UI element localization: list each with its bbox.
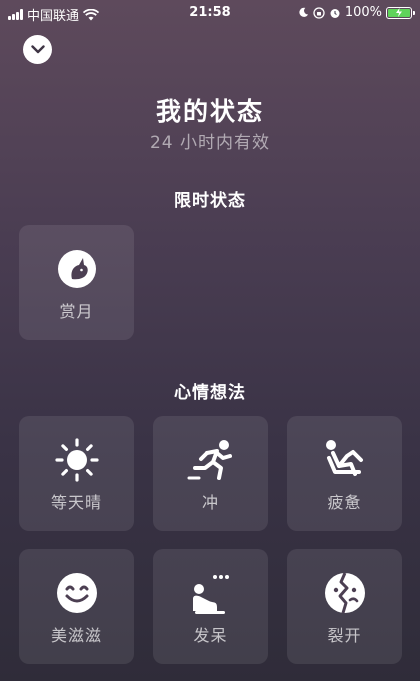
tile-label: 赏月 xyxy=(59,302,94,321)
status-tile-crack[interactable]: 裂开 xyxy=(287,549,402,664)
status-tile-charge[interactable]: 冲 xyxy=(153,416,268,531)
daze-icon xyxy=(192,575,229,614)
alarm-icon xyxy=(330,8,340,18)
status-tile-moon[interactable]: 赏月 xyxy=(19,225,134,340)
smile-icon xyxy=(56,573,97,613)
tile-label: 冲 xyxy=(201,493,219,512)
status-tile-sunny[interactable]: 等天晴 xyxy=(19,416,134,531)
section-title-limited: 限时状态 xyxy=(174,191,246,211)
tile-label: 疲惫 xyxy=(327,493,362,512)
tile-label: 裂开 xyxy=(327,626,362,645)
battery-percent: 100% xyxy=(344,5,382,20)
tile-label: 等天晴 xyxy=(50,493,102,512)
cracked-face-icon xyxy=(324,572,365,614)
page-title: 我的状态 xyxy=(155,97,264,126)
battery-icon xyxy=(386,6,415,19)
running-icon xyxy=(187,440,232,480)
status-bar: 中国联通 21:58 100% xyxy=(0,0,420,26)
tile-label: 美滋滋 xyxy=(50,626,102,645)
status-tile-daze[interactable]: 发呆 xyxy=(153,549,268,664)
collapse-button[interactable] xyxy=(23,35,52,64)
rabbit-moon-icon xyxy=(57,250,96,288)
section-title-mood: 心情想法 xyxy=(174,383,246,403)
rotation-lock-icon xyxy=(313,6,325,19)
status-tile-happy[interactable]: 美滋滋 xyxy=(19,549,134,664)
tile-label: 发呆 xyxy=(193,626,228,645)
status-tile-tired[interactable]: 疲惫 xyxy=(287,416,402,531)
sun-icon xyxy=(54,438,99,482)
page-subtitle: 24 小时内有效 xyxy=(149,133,271,153)
chevron-down-icon xyxy=(30,45,45,54)
reclining-icon xyxy=(325,440,363,476)
moon-icon xyxy=(299,7,308,17)
status-right: 100% xyxy=(298,5,415,20)
